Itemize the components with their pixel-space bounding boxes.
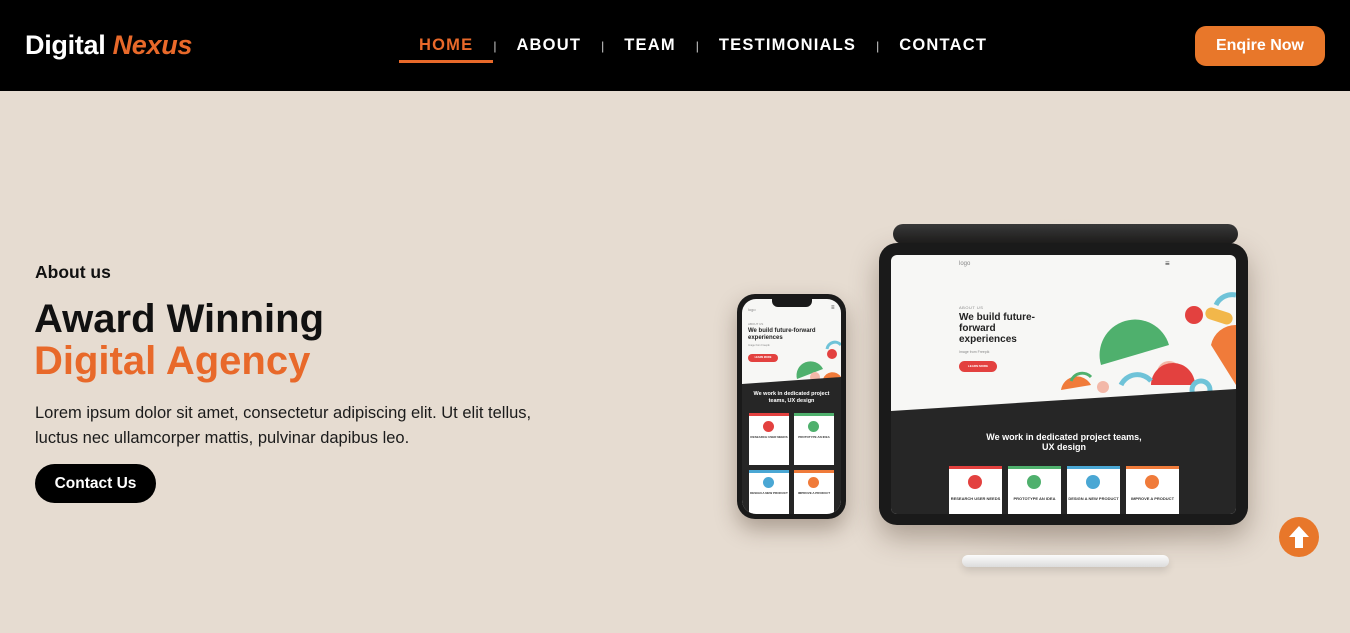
tablet-card-design: DESIGN A NEW PRODUCT <box>1067 466 1120 514</box>
hero-eyebrow: About us <box>35 262 111 282</box>
arrow-up-circle-icon <box>1289 526 1309 548</box>
phone-card-prototype: PROTOTYPE AN IDEA <box>794 413 834 465</box>
search-icon <box>968 475 982 489</box>
design-icon <box>1086 475 1100 489</box>
card-bar <box>749 470 789 473</box>
nav-home[interactable]: HOME <box>399 0 494 91</box>
hero-title-line1: Award Winning <box>34 297 324 341</box>
phone-card-title: RESEARCH USER NEEDS <box>750 435 788 439</box>
tablet-dark-section <box>891 389 1236 514</box>
design-icon <box>763 477 774 488</box>
phone-card-title: PROTOTYPE AN IDEA <box>798 435 830 439</box>
card-bar <box>949 466 1002 469</box>
card-bar <box>749 413 789 416</box>
phone-card-improve: IMPROVE A PRODUCT <box>794 470 834 514</box>
tablet-card-title: IMPROVE A PRODUCT <box>1130 496 1175 501</box>
tablet-device: logo ≡ ABOUT US We build future-forward … <box>879 243 1248 525</box>
card-bar <box>1008 466 1061 469</box>
contact-us-button[interactable]: Contact Us <box>35 464 156 503</box>
tablet-card-title: RESEARCH USER NEEDS <box>950 496 1001 501</box>
grid-icon <box>808 421 819 432</box>
card-bar <box>794 470 834 473</box>
nav-contact[interactable]: CONTACT <box>879 0 1007 91</box>
nav-team[interactable]: TEAM <box>604 0 696 91</box>
card-bar <box>1126 466 1179 469</box>
tablet-card-title: DESIGN A NEW PRODUCT <box>1068 496 1119 501</box>
phone-card-design: DESIGN A NEW PRODUCT <box>749 470 789 514</box>
phone-card-title: DESIGN A NEW PRODUCT <box>750 491 788 495</box>
logo-accent-text: Nexus <box>112 30 193 60</box>
tablet-card-prototype: PROTOTYPE AN IDEA <box>1008 466 1061 514</box>
phone-notch <box>772 299 812 307</box>
site-header: Digital Nexus HOME | ABOUT | TEAM | TEST… <box>0 0 1350 91</box>
phone-card-research: RESEARCH USER NEEDS <box>749 413 789 465</box>
phone-dark-heading: We work in dedicated project teams, UX d… <box>753 391 830 404</box>
hero-description: Lorem ipsum dolor sit amet, consectetur … <box>35 404 532 447</box>
improve-icon <box>808 477 819 488</box>
card-bar <box>1067 466 1120 469</box>
nav-about[interactable]: ABOUT <box>496 0 601 91</box>
stylus-pencil <box>962 555 1169 567</box>
improve-icon <box>1145 475 1159 489</box>
tablet-screen: logo ≡ ABOUT US We build future-forward … <box>891 255 1236 514</box>
enquire-now-button[interactable]: Enqire Now <box>1195 26 1325 66</box>
nav-testimonials[interactable]: TESTIMONIALS <box>699 0 876 91</box>
tablet-card-improve: IMPROVE A PRODUCT <box>1126 466 1179 514</box>
grid-icon <box>1027 475 1041 489</box>
phone-device: logo ≡ ABOUT US We build future-forward … <box>737 294 846 519</box>
phone-screen: logo ≡ ABOUT US We build future-forward … <box>742 299 841 514</box>
main-nav: HOME | ABOUT | TEAM | TESTIMONIALS | CON… <box>399 0 1007 91</box>
scroll-to-top-button[interactable] <box>1279 517 1319 557</box>
search-icon <box>763 421 774 432</box>
phone-card-title: IMPROVE A PRODUCT <box>797 491 831 495</box>
site-logo[interactable]: Digital Nexus <box>25 30 192 61</box>
logo-main-text: Digital <box>25 30 106 60</box>
tablet-card-title: PROTOTYPE AN IDEA <box>1013 496 1056 501</box>
hero-title-line2: Digital Agency <box>34 339 311 383</box>
card-bar <box>794 413 834 416</box>
tablet-card-research: RESEARCH USER NEEDS <box>949 466 1002 514</box>
tablet-cover-stylus <box>893 224 1238 244</box>
tablet-dark-heading: We work in dedicated project teams, UX d… <box>986 432 1142 452</box>
